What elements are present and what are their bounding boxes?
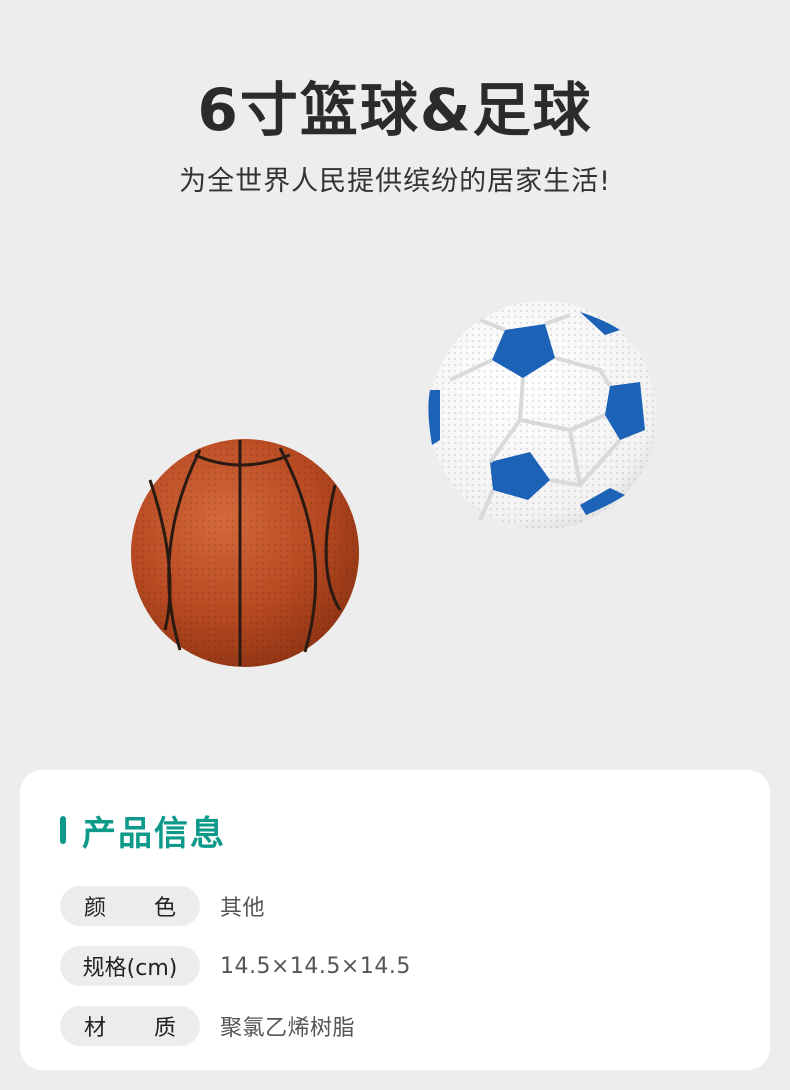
row-label-char: 颜	[84, 896, 107, 921]
soccer-ball	[428, 301, 657, 529]
accent-bar	[60, 816, 66, 844]
info-row-size: 规格(cm) 14.5×14.5×14.5	[60, 946, 411, 986]
page-subtitle: 为全世界人民提供缤纷的居家生活!	[179, 166, 611, 197]
info-row-color: 颜 色 其他	[60, 886, 265, 926]
row-value: 其他	[220, 896, 266, 921]
page-title: 6寸篮球&足球	[197, 76, 593, 144]
basketball	[131, 439, 359, 667]
row-label: 材 质	[60, 1006, 200, 1046]
row-label-char: 质	[153, 1016, 176, 1041]
section-title: 产品信息	[82, 813, 226, 854]
row-value: 14.5×14.5×14.5	[220, 953, 411, 979]
row-label: 规格(cm)	[60, 946, 200, 986]
section-header: 产品信息	[60, 810, 226, 854]
product-image	[110, 290, 690, 690]
product-info-card: 产品信息 颜 色 其他 规格(cm) 14.5×14.5×14.5 材 质 聚氯…	[20, 770, 770, 1070]
info-row-material: 材 质 聚氯乙烯树脂	[60, 1006, 355, 1046]
row-label-char: 材	[84, 1016, 107, 1041]
row-label-char: 色	[153, 896, 176, 921]
row-value: 聚氯乙烯树脂	[220, 1016, 356, 1041]
row-label: 颜 色	[60, 886, 200, 926]
